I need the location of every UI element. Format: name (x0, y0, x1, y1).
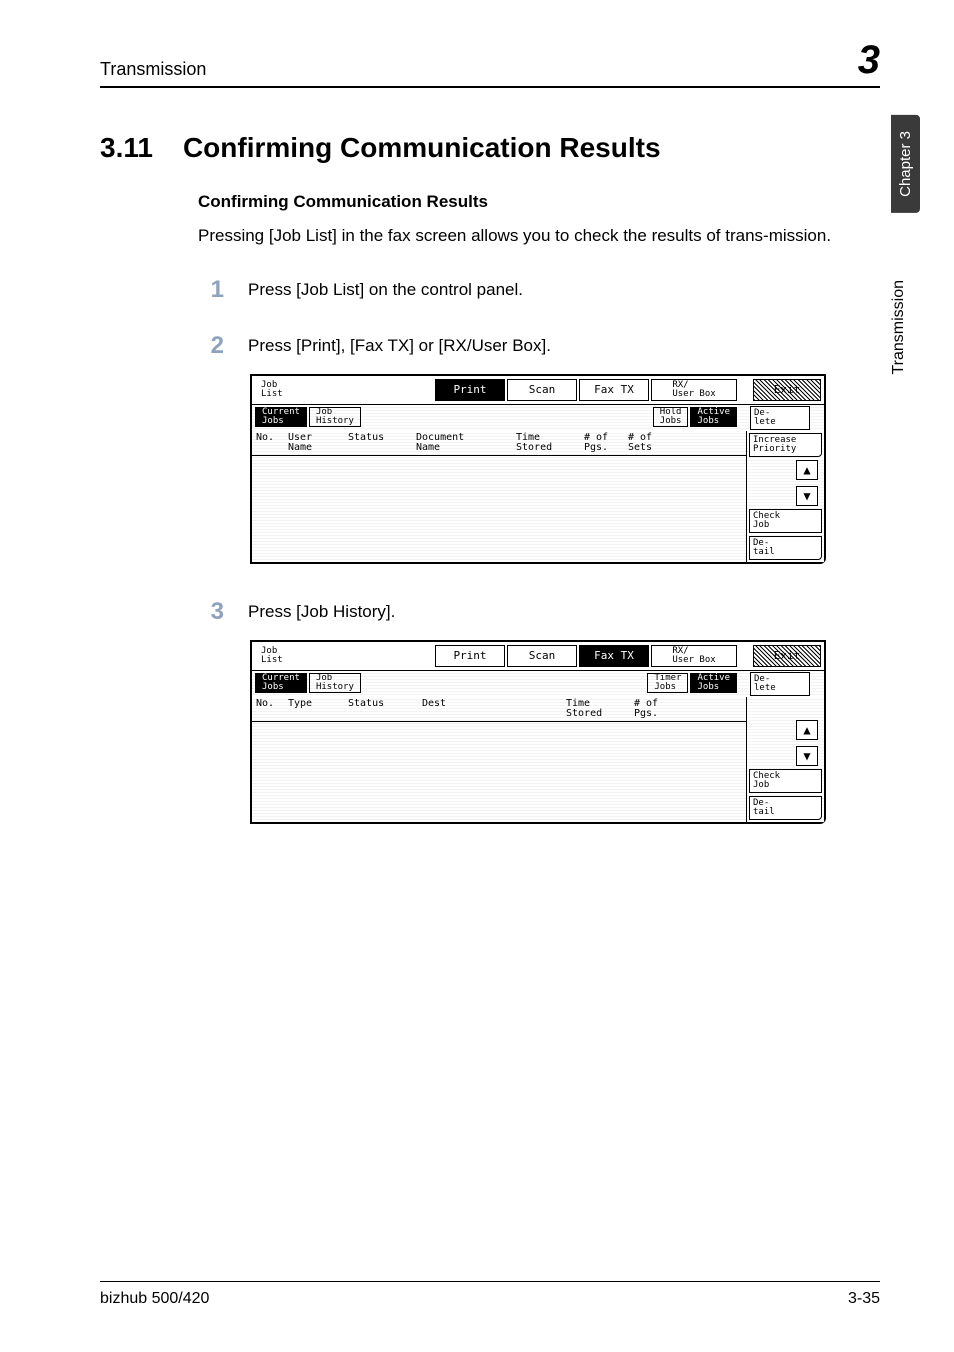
tab-active-jobs[interactable]: ActiveJobs (690, 673, 737, 693)
section-number: 3.11 (100, 132, 153, 164)
check-job-button[interactable]: CheckJob (749, 769, 822, 793)
column-headers: No. UserName Status DocumentName TimeSto… (252, 431, 746, 456)
scroll-up-icon[interactable]: ▲ (796, 460, 818, 480)
section-heading: 3.11 Confirming Communication Results (100, 132, 880, 164)
step-text: Press [Job History]. (248, 598, 395, 622)
lcd-screenshot-faxtx: JobList Print Scan Fax TX RX/User Box Ex… (250, 640, 826, 824)
tab-current-jobs[interactable]: CurrentJobs (255, 673, 307, 693)
tab-print[interactable]: Print (435, 379, 505, 401)
step-3: 3 Press [Job History]. (198, 598, 880, 626)
tab-timer-jobs[interactable]: TimerJobs (647, 673, 688, 693)
page-header: Transmission 3 (100, 40, 880, 88)
step-number: 3 (198, 598, 224, 626)
detail-button[interactable]: De-tail (749, 536, 822, 560)
step-1: 1 Press [Job List] on the control panel. (198, 276, 880, 304)
job-list-label: JobList (255, 645, 289, 667)
tab-print[interactable]: Print (435, 645, 505, 667)
tab-scan[interactable]: Scan (507, 379, 577, 401)
footer-model: bizhub 500/420 (100, 1290, 209, 1308)
exit-button[interactable]: Exit (753, 379, 821, 401)
scroll-down-icon[interactable]: ▼ (796, 486, 818, 506)
chapter-side-tab: Chapter 3 (891, 115, 920, 213)
tab-rx-user-box[interactable]: RX/User Box (651, 379, 737, 401)
footer-page-number: 3-35 (848, 1290, 880, 1308)
check-job-button[interactable]: CheckJob (749, 509, 822, 533)
running-head-left: Transmission (100, 59, 206, 80)
column-headers: No. Type Status Dest TimeStored # ofPgs. (252, 697, 746, 722)
lcd-screenshot-print: JobList Print Scan Fax TX RX/User Box Ex… (250, 374, 826, 564)
chapter-number: 3 (858, 40, 880, 80)
tab-active-jobs[interactable]: ActiveJobs (690, 407, 737, 427)
running-side-label: Transmission (890, 280, 908, 375)
tab-hold-jobs[interactable]: HoldJobs (653, 407, 689, 427)
step-text: Press [Job List] on the control panel. (248, 276, 523, 300)
step-number: 2 (198, 332, 224, 360)
tab-current-jobs[interactable]: CurrentJobs (255, 407, 307, 427)
step-2: 2 Press [Print], [Fax TX] or [RX/User Bo… (198, 332, 880, 360)
step-text: Press [Print], [Fax TX] or [RX/User Box]… (248, 332, 551, 356)
tab-job-history[interactable]: JobHistory (309, 673, 361, 693)
tab-scan[interactable]: Scan (507, 645, 577, 667)
tab-fax-tx[interactable]: Fax TX (579, 645, 649, 667)
section-title: Confirming Communication Results (183, 132, 661, 164)
scroll-down-icon[interactable]: ▼ (796, 746, 818, 766)
intro-paragraph: Pressing [Job List] in the fax screen al… (198, 224, 878, 248)
delete-button[interactable]: De-lete (750, 672, 810, 696)
tab-rx-user-box[interactable]: RX/User Box (651, 645, 737, 667)
increase-priority-button[interactable]: IncreasePriority (749, 433, 822, 457)
detail-button[interactable]: De-tail (749, 796, 822, 820)
scroll-up-icon[interactable]: ▲ (796, 720, 818, 740)
subsection-title: Confirming Communication Results (198, 192, 880, 212)
job-list-label: JobList (255, 379, 289, 401)
step-number: 1 (198, 276, 224, 304)
tab-fax-tx[interactable]: Fax TX (579, 379, 649, 401)
page-footer: bizhub 500/420 3-35 (100, 1281, 880, 1308)
exit-button[interactable]: Exit (753, 645, 821, 667)
tab-job-history[interactable]: JobHistory (309, 407, 361, 427)
delete-button[interactable]: De-lete (750, 406, 810, 430)
